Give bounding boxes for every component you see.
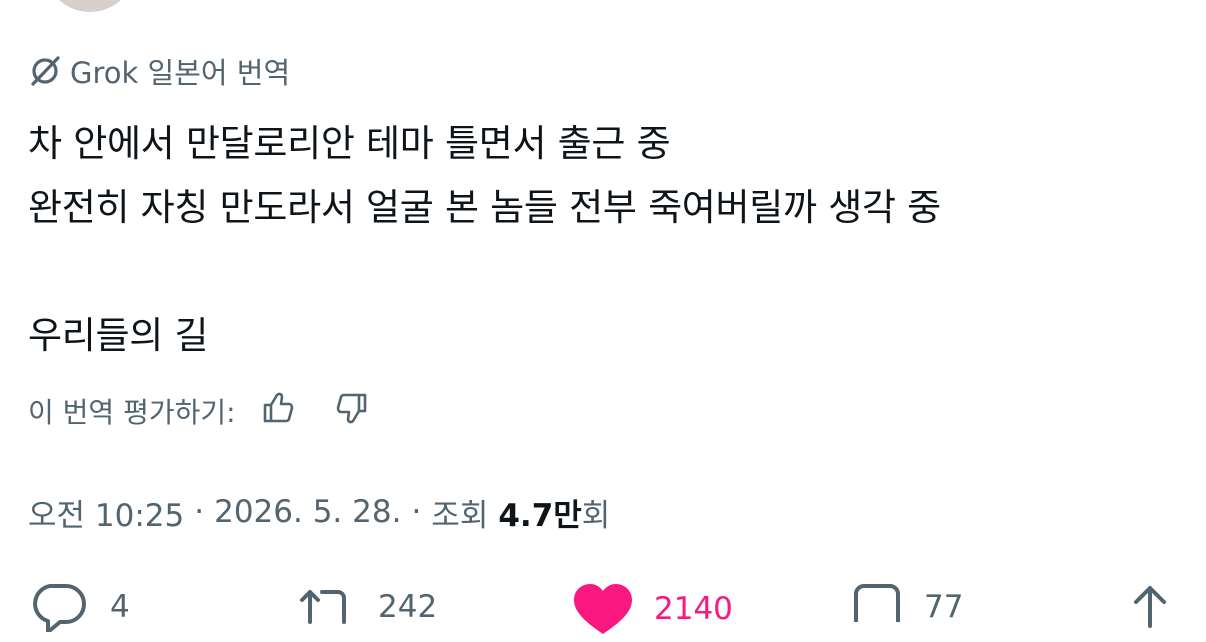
tweet-line-4: 우리들의 길: [28, 314, 209, 357]
heart-icon: [572, 582, 634, 636]
repost-count: 242: [378, 589, 438, 625]
rate-translation-label: 이 번역 평가하기:: [28, 396, 236, 429]
tweet-text: 차 안에서 만달로리안 테마 틀면서 출근 중 완전히 자칭 만도라서 얼굴 본…: [28, 112, 1178, 368]
grok-icon: [28, 54, 62, 88]
repost-icon: [296, 582, 358, 632]
views-prefix: 조회: [431, 497, 489, 534]
thumbs-up-icon: [260, 390, 296, 433]
action-bar: 4 242 2140 77: [0, 582, 1206, 642]
meta-separator: ·: [411, 494, 422, 530]
tweet-meta: 오전 10:25 · 2026. 5. 28. · 조회 4.7만 회: [28, 488, 610, 536]
bookmark-button[interactable]: 77: [850, 582, 963, 632]
reply-count: 4: [110, 589, 130, 625]
avatar[interactable]: [44, 0, 136, 12]
grok-translation-label[interactable]: Grok 일본어 번역: [28, 50, 290, 92]
tweet-line-1: 차 안에서 만달로리안 테마 틀면서 출근 중: [28, 122, 671, 165]
grok-label-text: Grok 일본어 번역: [70, 56, 291, 90]
thumbs-up-button[interactable]: [256, 389, 300, 433]
reply-button[interactable]: 4: [28, 582, 130, 632]
like-button[interactable]: 2140: [572, 582, 733, 636]
repost-button[interactable]: 242: [296, 582, 437, 632]
meta-separator: ·: [194, 494, 205, 530]
tweet-line-2: 완전히 자칭 만도라서 얼굴 본 놈들 전부 죽여버릴까 생각 중: [28, 186, 941, 229]
thumbs-down-button[interactable]: [330, 389, 374, 433]
share-button[interactable]: [1128, 582, 1172, 632]
reply-icon: [28, 582, 90, 632]
share-icon: [1128, 582, 1172, 632]
rate-translation-row: 이 번역 평가하기:: [28, 389, 374, 433]
bookmark-count: 77: [924, 589, 964, 625]
views-count: 4.7만: [498, 497, 582, 534]
bookmark-icon: [850, 582, 904, 632]
like-count: 2140: [654, 591, 733, 627]
views-suffix: 회: [581, 497, 611, 534]
thumbs-down-icon: [334, 390, 370, 433]
tweet-time[interactable]: 오전 10:25: [28, 490, 184, 535]
tweet-date[interactable]: 2026. 5. 28.: [214, 494, 401, 530]
